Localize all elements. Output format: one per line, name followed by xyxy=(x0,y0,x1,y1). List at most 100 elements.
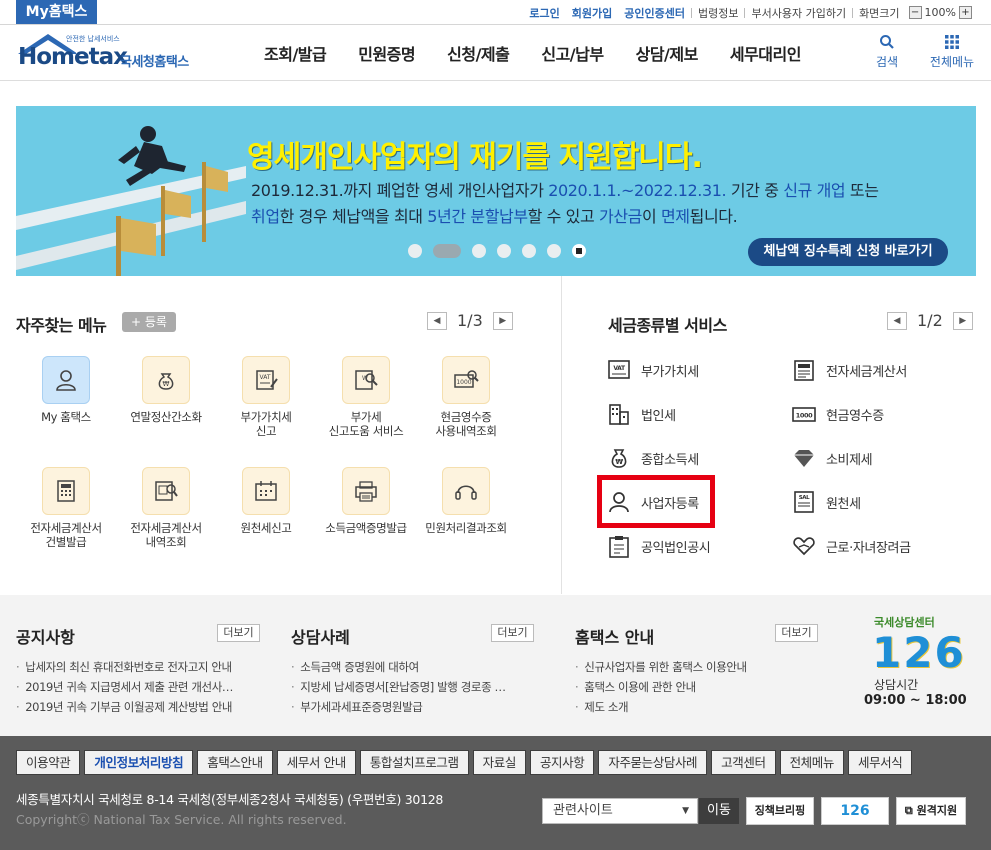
footer-link-notice[interactable]: 공지사항 xyxy=(529,750,595,775)
svg-text:VAT: VAT xyxy=(259,374,270,381)
invoice-search-icon xyxy=(142,467,190,515)
banner-dot-active[interactable] xyxy=(433,244,461,258)
fav-item-income-cert[interactable]: 소득금액증명발급 xyxy=(316,467,416,535)
guide-list: 신규사업자를 위한 홈택스 이용안내 홈택스 이용에 관한 안내 제도 소개 xyxy=(575,657,747,717)
list-item[interactable]: 2019년 귀속 지급명세서 제출 관련 개선사… xyxy=(16,677,233,697)
fav-item-einvoice-search[interactable]: 전자세금계산서 내역조회 xyxy=(116,467,216,549)
tax-item-cash-receipt[interactable]: 1000 현금영수증 xyxy=(791,401,884,427)
tax-item-earned-income-credit[interactable]: 근로·자녀장려금 xyxy=(791,533,911,559)
nav-item-inquiry[interactable]: 조회/발급 xyxy=(248,41,342,65)
footer-link-faq[interactable]: 자주묻는상담사례 xyxy=(598,750,708,775)
nav-item-certificate[interactable]: 민원증명 xyxy=(342,41,431,65)
fav-label: 전자세금계산서 xyxy=(30,521,102,535)
cash-receipt-icon: 1000 xyxy=(791,401,817,427)
tax-item-corporate[interactable]: 법인세 xyxy=(606,401,676,427)
list-item[interactable]: 부가세과세표준증명원발급 xyxy=(291,697,506,717)
tax-item-withholding[interactable]: SAL 원천세 xyxy=(791,489,861,515)
footer-link-archive[interactable]: 자료실 xyxy=(472,750,526,775)
hometax-logo[interactable]: 안전한 납세서비스 Hometax 국세청홈택스 xyxy=(16,32,201,76)
banner-cta-button[interactable]: 체납액 징수특례 신청 바로가기 xyxy=(748,238,948,266)
banner-dot[interactable] xyxy=(472,244,486,258)
login-link[interactable]: 로그인 xyxy=(523,5,565,21)
fav-item-my-hometax[interactable]: My 홈택스 xyxy=(16,356,116,424)
fav-item-cash-receipt[interactable]: 1000 현금영수증 사용내역조회 xyxy=(416,356,516,438)
list-item[interactable]: 신규사업자를 위한 홈택스 이용안내 xyxy=(575,657,747,677)
list-item[interactable]: 납세자의 최신 휴대전화번호로 전자고지 안내 xyxy=(16,657,233,677)
zoom-in-button[interactable]: + xyxy=(959,6,972,19)
cert-center-link[interactable]: 공인인증센터 xyxy=(618,5,691,21)
related-sites-value: 관련사이트 xyxy=(553,803,613,818)
list-item[interactable]: 지방세 납세증명서[완납증명] 발행 경로종 … xyxy=(291,677,506,697)
promo-banner[interactable]: 영세개인사업자의 재기를 지원합니다. 2019.12.31.까지 폐업한 영세… xyxy=(16,106,976,276)
remote-support-button[interactable]: ⧉ 원격지원 xyxy=(896,797,966,825)
nav-item-consult[interactable]: 상담/제보 xyxy=(620,41,714,65)
svg-text:VAT: VAT xyxy=(613,365,626,372)
guide-more-button[interactable]: 더보기 xyxy=(775,624,818,642)
svg-text:₩: ₩ xyxy=(163,380,170,388)
related-sites-select[interactable]: 관련사이트 ▼ xyxy=(542,798,698,824)
zoom-out-button[interactable]: − xyxy=(908,6,922,19)
fav-item-vat-help[interactable]: W 부가세 신고도움 서비스 xyxy=(316,356,416,438)
list-item[interactable]: 홈택스 이용에 관한 안내 xyxy=(575,677,747,697)
top-links: 로그인 회원가입 공인인증센터 법령정보 부서사용자 가입하기 화면크기 − 1… xyxy=(523,0,975,25)
nav-item-report-pay[interactable]: 신고/납부 xyxy=(525,41,619,65)
footer-link-terms[interactable]: 이용약관 xyxy=(16,750,81,775)
section-divider xyxy=(561,276,562,594)
footer-link-forms[interactable]: 세무서식 xyxy=(847,750,913,775)
dept-user-link[interactable]: 부서사용자 가입하기 xyxy=(745,5,852,21)
banner-stop-button[interactable] xyxy=(572,244,586,258)
call-center-banner[interactable]: 126 xyxy=(821,797,889,825)
list-item[interactable]: 2019년 귀속 기부금 이월공제 계산방법 안내 xyxy=(16,697,233,717)
list-item[interactable]: 소득금액 증명원에 대하여 xyxy=(291,657,506,677)
tax-item-public-corp[interactable]: 공익법인공시 xyxy=(606,533,711,559)
banner-dot[interactable] xyxy=(408,244,422,258)
prev-page-button[interactable]: ◀ xyxy=(427,311,447,330)
guide-title: 홈택스 안내 xyxy=(575,628,655,647)
footer-link-guide[interactable]: 홈택스안내 xyxy=(197,750,273,775)
add-favorite-button[interactable]: + 등록 xyxy=(122,312,176,332)
fav-item-year-end[interactable]: ₩ 연말정산간소화 xyxy=(116,356,216,424)
search-icon xyxy=(880,35,894,49)
next-page-button[interactable]: ▶ xyxy=(952,311,973,330)
fav-item-civil-result[interactable]: 민원처리결과조회 xyxy=(416,467,516,535)
banner-dot[interactable] xyxy=(522,244,536,258)
logo-subtitle: 국세청홈택스 xyxy=(120,55,189,70)
banner-dot[interactable] xyxy=(547,244,561,258)
consult-more-button[interactable]: 더보기 xyxy=(491,624,534,642)
call-center-number: 126 xyxy=(872,628,966,677)
tax-item-vat[interactable]: VAT 부가가치세 xyxy=(606,357,699,383)
calendar-icon xyxy=(242,467,290,515)
banner-text: 할 수 있고 xyxy=(527,207,599,226)
footer-link-taxoffice[interactable]: 세무서 안내 xyxy=(276,750,356,775)
favorites-title: 자주찾는 메뉴 xyxy=(16,316,107,335)
fav-item-vat-report[interactable]: VAT 부가가치세 신고 xyxy=(216,356,316,438)
my-hometax-tab[interactable]: My홈택스 xyxy=(16,0,97,24)
notice-more-button[interactable]: 더보기 xyxy=(217,624,260,642)
banner-dot[interactable] xyxy=(497,244,511,258)
list-item[interactable]: 제도 소개 xyxy=(575,697,747,717)
tax-item-einvoice[interactable]: 전자세금계산서 xyxy=(791,357,907,383)
fav-item-einvoice-issue[interactable]: 전자세금계산서 건별발급 xyxy=(16,467,116,549)
grid-menu-icon xyxy=(945,35,959,49)
tax-item-consumption[interactable]: 소비제세 xyxy=(791,445,873,471)
go-button[interactable]: 이동 xyxy=(699,798,739,824)
footer-link-allmenu[interactable]: 전체메뉴 xyxy=(779,750,844,775)
all-menu-button[interactable]: 전체메뉴 xyxy=(927,34,977,70)
tax-item-label: 소비제세 xyxy=(826,452,873,468)
nav-item-apply[interactable]: 신청/제출 xyxy=(431,41,525,65)
policy-briefing-banner[interactable]: 징책브리핑 xyxy=(746,797,814,825)
footer-link-install[interactable]: 통합설치프로그램 xyxy=(359,750,469,775)
next-page-button[interactable]: ▶ xyxy=(492,311,513,330)
fav-item-withholding[interactable]: 원천세신고 xyxy=(216,467,316,535)
tax-item-income[interactable]: ₩ 종합소득세 xyxy=(606,445,699,471)
prev-page-button[interactable]: ◀ xyxy=(887,311,907,330)
page-indicator: 1/3 xyxy=(457,311,483,330)
footer-link-privacy[interactable]: 개인정보처리방침 xyxy=(84,750,194,775)
signup-link[interactable]: 회원가입 xyxy=(566,5,618,21)
footer-link-customer[interactable]: 고객센터 xyxy=(711,750,776,775)
tax-item-label: 원천세 xyxy=(826,496,861,512)
search-button[interactable]: 검색 xyxy=(862,34,912,70)
law-info-link[interactable]: 법령정보 xyxy=(692,5,744,21)
nav-item-tax-agent[interactable]: 세무대리인 xyxy=(714,41,817,65)
notice-list: 납세자의 최신 휴대전화번호로 전자고지 안내 2019년 귀속 지급명세서 제… xyxy=(16,657,233,717)
